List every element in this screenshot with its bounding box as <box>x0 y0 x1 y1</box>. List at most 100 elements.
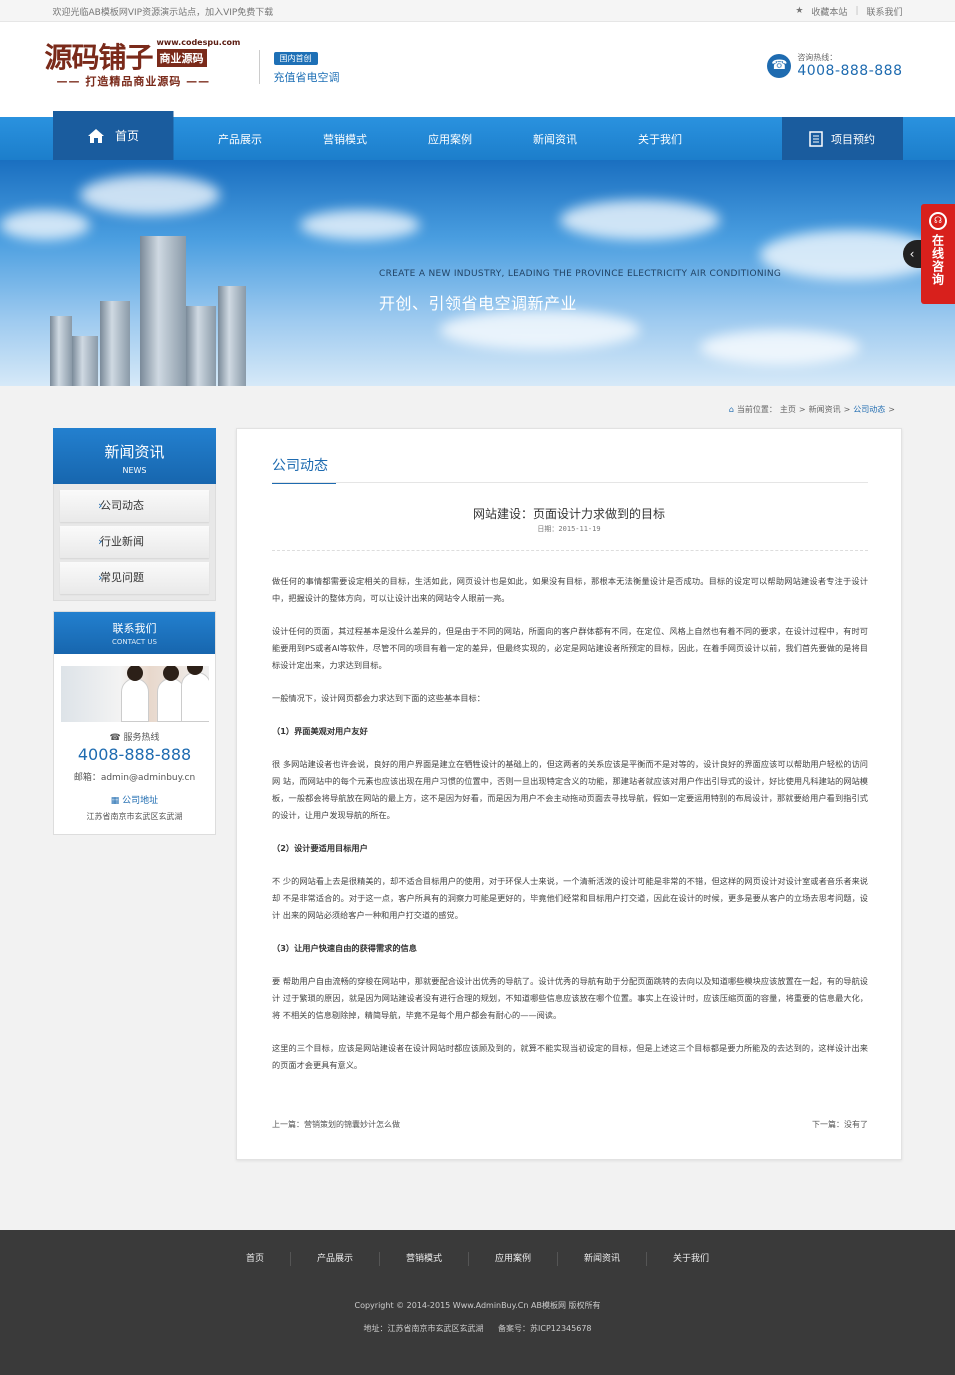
divider: | <box>855 6 859 16</box>
header-subtitle: 充值省电空调 <box>273 71 340 84</box>
nav-item-about[interactable]: 关于我们 <box>608 117 713 160</box>
sidebar: 新闻资讯 NEWS 公司动态 行业新闻 常见问题 联系我们 CONTACT US… <box>53 428 216 835</box>
logo-slogan: —— 打造精品商业源码 —— <box>56 75 211 88</box>
person <box>120 666 149 722</box>
chevron-left-icon: ‹ <box>909 247 915 261</box>
document-icon <box>809 130 823 147</box>
nav-home-label: 首页 <box>114 129 139 143</box>
sidebar-title: 新闻资讯 <box>104 443 165 461</box>
paragraph: 很 多网站建设者也许会说，良好的用户界面是建立在牺牲设计的基础上的，但这两者的关… <box>272 759 868 820</box>
divider <box>272 482 868 483</box>
nav-items: 产品展示 营销模式 应用案例 新闻资讯 关于我们 <box>188 117 713 160</box>
address-label: ▦ 公司地址 <box>110 796 159 806</box>
cloud <box>300 210 420 240</box>
breadcrumb-prefix: 当前位置： <box>736 405 777 414</box>
article-body: 做任何的事情都需要设定相关的目标，生活如此，网页设计也是如此，如果没有目标，那根… <box>272 573 868 1090</box>
person <box>180 666 209 722</box>
footer: 首页 产品展示 营销模式 应用案例 新闻资讯 关于我们 Copyright © … <box>0 1230 955 1375</box>
nav-home[interactable]: 首页 <box>52 111 174 160</box>
sidebar-title-en: NEWS <box>122 466 147 475</box>
contact-title: 联系我们 <box>112 622 157 635</box>
article-panel: 公司动态 网站建设：页面设计力求做到的目标 日期：2015-11-19 做任何的… <box>236 428 902 1160</box>
section-title: 公司动态 <box>272 455 336 484</box>
next-article-link[interactable]: 下一篇：没有了 <box>812 1119 868 1130</box>
customer-service-image <box>60 666 209 722</box>
footer-nav-news[interactable]: 新闻资讯 <box>558 1252 648 1266</box>
home-icon <box>87 128 104 143</box>
sidebar-category-header: 新闻资讯 NEWS <box>53 428 216 484</box>
logo[interactable]: 源码铺子 www.codespu.com 商业源码 —— 打造精品商业源码 —— <box>44 36 241 91</box>
building <box>218 286 246 386</box>
paragraph: 设计任何的页面，其过程基本是没什么差异的，但是由于不同的网站，所面向的客户群体都… <box>272 626 868 670</box>
hotline-label: 咨询热线： <box>797 53 838 62</box>
prev-article-link[interactable]: 上一篇：营销策划的锦囊妙计怎么做 <box>272 1119 400 1130</box>
header: 源码铺子 www.codespu.com 商业源码 —— 打造精品商业源码 ——… <box>0 22 955 117</box>
welcome-text: 欢迎光临AB模板网VIP资源演示站点，加入VIP免费下载 <box>52 7 274 18</box>
breadcrumb-news[interactable]: 新闻资讯 <box>809 404 841 415</box>
nav-book-label: 项目预约 <box>831 132 875 146</box>
breadcrumb: ⌂ 当前位置： 主页 > 新闻资讯 > 公司动态 > <box>729 404 895 415</box>
top-bar: 欢迎光临AB模板网VIP资源演示站点，加入VIP免费下载 ★ 收藏本站 | 联系… <box>0 0 955 22</box>
service-hotline-label: ☎ 服务热线 <box>109 733 160 743</box>
breadcrumb-separator: > <box>888 405 895 414</box>
footer-nav-marketing[interactable]: 营销模式 <box>380 1252 469 1266</box>
home-icon: ⌂ <box>728 405 734 414</box>
phone-icon: ☎ <box>109 733 124 743</box>
main-nav: 首页 产品展示 营销模式 应用案例 新闻资讯 关于我们 项目预约 <box>0 111 955 160</box>
paragraph: 要 帮助用户自由流畅的穿梭在网站中，那就要配合设计出优秀的导航了。设计优秀的导航… <box>272 976 868 1020</box>
hotline-number: 4008-888-888 <box>797 63 903 79</box>
building-icon: ▦ <box>110 796 123 806</box>
footer-nav-home[interactable]: 首页 <box>220 1252 291 1266</box>
cloud <box>560 200 720 240</box>
cloud <box>80 175 220 215</box>
contact-title-en: CONTACT US <box>112 638 157 646</box>
banner-chinese: 开创、引领省电空调新产业 <box>379 294 578 313</box>
nav-item-products[interactable]: 产品展示 <box>188 117 293 160</box>
footer-copyright: Copyright © 2014-2015 Www.AdminBuy.Cn AB… <box>354 1301 601 1310</box>
sidebar-category-list: 公司动态 行业新闻 常见问题 <box>53 484 216 601</box>
building <box>50 316 72 386</box>
building <box>186 306 216 386</box>
contact-link[interactable]: 联系我们 <box>866 5 902 18</box>
footer-nav: 首页 产品展示 营销模式 应用案例 新闻资讯 关于我们 <box>0 1252 955 1266</box>
article-date: 日期：2015-11-19 <box>537 525 601 533</box>
footer-nav-cases[interactable]: 应用案例 <box>469 1252 559 1266</box>
headset-icon: ☊ <box>929 212 947 230</box>
sidebar-item-faq[interactable]: 常见问题 <box>60 562 209 594</box>
banner-english: CREATE A NEW INDUSTRY, LEADING THE PROVI… <box>379 269 782 279</box>
cloud <box>0 210 90 240</box>
consult-label: 在线咨询 <box>930 234 945 286</box>
nav-item-marketing[interactable]: 营销模式 <box>293 117 398 160</box>
sidebar-item-industry-news[interactable]: 行业新闻 <box>60 526 209 558</box>
footer-address: 地址：江苏省南京市玄武区玄武湖 <box>363 1324 484 1333</box>
subheading: （1）界面美观对用户友好 <box>272 726 368 736</box>
building <box>72 336 98 386</box>
service-hotline-number: 4008-888-888 <box>77 745 192 764</box>
banner: CREATE A NEW INDUSTRY, LEADING THE PROVI… <box>0 160 955 386</box>
header-badge: 国内首创 <box>273 52 318 65</box>
breadcrumb-current[interactable]: 公司动态 <box>853 404 885 415</box>
building <box>140 236 186 386</box>
cloud <box>700 330 860 365</box>
favorite-link[interactable]: 收藏本站 <box>811 5 847 18</box>
paragraph: 不 少的网站看上去是很精美的，却不适合目标用户的使用，对于环保人士来说，一个清新… <box>272 876 868 920</box>
footer-nav-about[interactable]: 关于我们 <box>647 1252 735 1266</box>
header-hotline: ☎ 咨询热线： 4008-888-888 <box>767 52 902 79</box>
breadcrumb-separator: > <box>843 405 851 414</box>
header-slogan: 国内首创 充值省电空调 <box>258 50 340 84</box>
nav-item-news[interactable]: 新闻资讯 <box>503 117 608 160</box>
article-title: 网站建设：页面设计力求做到的目标 <box>472 507 665 521</box>
contact-email: 邮箱：admin@adminbuy.cn <box>73 773 196 783</box>
logo-main: 源码铺子 <box>44 41 154 74</box>
phone-icon: ☎ <box>767 53 792 78</box>
nav-item-cases[interactable]: 应用案例 <box>398 117 503 160</box>
nav-book-button[interactable]: 项目预约 <box>781 117 903 160</box>
footer-address-row: 地址：江苏省南京市玄武区玄武湖 备案号：苏ICP12345678 <box>0 1323 955 1334</box>
footer-icp: 备案号：苏ICP12345678 <box>498 1324 592 1333</box>
breadcrumb-home[interactable]: 主页 <box>780 404 796 415</box>
online-consult-button[interactable]: ☊ 在线咨询 <box>921 204 955 304</box>
logo-url: www.codespu.com <box>156 38 241 47</box>
logo-tag: 商业源码 <box>156 49 207 67</box>
footer-nav-products[interactable]: 产品展示 <box>291 1252 380 1266</box>
sidebar-item-company-news[interactable]: 公司动态 <box>60 490 209 522</box>
